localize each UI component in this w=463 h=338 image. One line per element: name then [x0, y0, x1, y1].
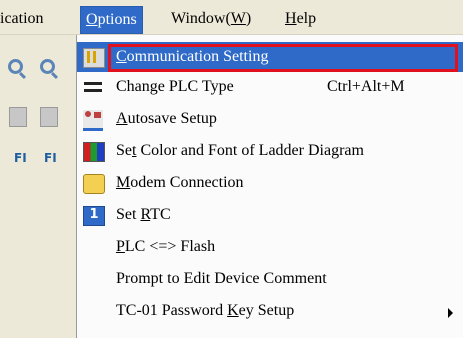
- menu-help[interactable]: Help: [285, 8, 316, 30]
- menu-item-prompt-edit-comment[interactable]: Prompt to Edit Device Comment: [77, 264, 463, 294]
- fil-icon[interactable]: FI: [44, 152, 64, 173]
- plc-type-icon: [83, 78, 103, 96]
- autosave-icon: [83, 110, 103, 131]
- shortcut-label: Ctrl+Alt+M: [327, 78, 405, 95]
- color-icon: [83, 142, 105, 162]
- fil-icon[interactable]: FI: [14, 152, 34, 173]
- modem-icon: [83, 174, 105, 194]
- zoom-out-icon[interactable]: [40, 59, 55, 74]
- menu-item-communication-setting[interactable]: Communication Setting: [77, 42, 463, 72]
- menu-window[interactable]: Window(W): [171, 8, 251, 30]
- document-icon[interactable]: [40, 107, 58, 127]
- menu-bar: ication Options Window(W) Help: [0, 0, 463, 35]
- options-dropdown: Communication Setting Change PLC Type Ct…: [76, 35, 463, 338]
- menu-item-set-rtc[interactable]: 1 Set RTC: [77, 200, 463, 230]
- rtc-icon: 1: [83, 206, 105, 226]
- zoom-in-icon[interactable]: [8, 59, 23, 74]
- menu-communication[interactable]: ication: [0, 8, 44, 30]
- menu-item-autosave-setup[interactable]: Autosave Setup: [77, 104, 463, 134]
- toolbar: FI FI: [0, 35, 76, 338]
- menu-item-tc01-password-key[interactable]: TC-01 Password Key Setup: [77, 296, 463, 326]
- document-icon[interactable]: [9, 107, 27, 127]
- submenu-arrow-icon: [448, 308, 453, 318]
- communication-icon: [83, 48, 105, 68]
- menu-item-change-plc-type[interactable]: Change PLC Type Ctrl+Alt+M: [77, 72, 463, 102]
- menu-options[interactable]: Options: [80, 6, 143, 34]
- menu-item-set-color-font[interactable]: Set Color and Font of Ladder Diagram: [77, 136, 463, 166]
- menu-item-modem-connection[interactable]: Modem Connection: [77, 168, 463, 198]
- menu-item-plc-flash[interactable]: PLC <=> Flash: [77, 232, 463, 262]
